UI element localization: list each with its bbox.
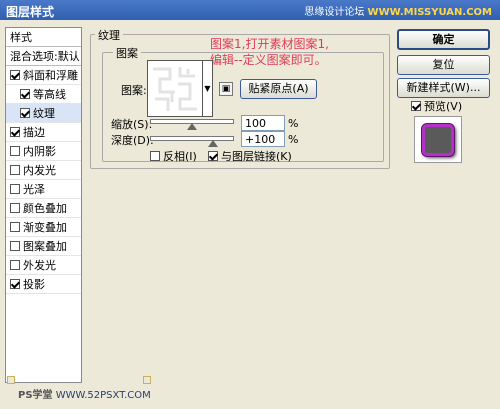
style-item[interactable]: 投影 xyxy=(6,275,81,294)
style-item[interactable]: 内阴影 xyxy=(6,142,81,161)
dialog-title: 图层样式 xyxy=(6,5,55,19)
style-item[interactable]: 外发光 xyxy=(6,256,81,275)
new-style-button[interactable]: 新建样式(W)... xyxy=(397,78,490,98)
style-item-label: 投影 xyxy=(23,278,45,291)
style-item-label: 内发光 xyxy=(23,164,56,177)
invert-checkbox[interactable] xyxy=(150,151,160,161)
depth-slider-thumb[interactable] xyxy=(207,140,218,147)
style-preview xyxy=(414,116,462,163)
scale-slider-thumb[interactable] xyxy=(187,123,197,130)
blend-options-item[interactable]: 混合选项:默认 xyxy=(6,47,81,66)
style-item-checkbox[interactable] xyxy=(10,222,20,232)
style-item-checkbox[interactable] xyxy=(10,260,20,270)
corner-marker-icon xyxy=(143,376,151,384)
pattern-label: 图案: xyxy=(121,84,147,97)
pattern-swatch[interactable] xyxy=(147,60,203,117)
style-items: 斜面和浮雕等高线纹理描边内阴影内发光光泽颜色叠加渐变叠加图案叠加外发光投影 xyxy=(6,66,81,294)
style-item[interactable]: 描边 xyxy=(6,123,81,142)
style-item-label: 颜色叠加 xyxy=(23,202,67,215)
depth-slider[interactable] xyxy=(150,136,234,147)
reset-button[interactable]: 复位 xyxy=(397,55,490,75)
maze-pattern-icon xyxy=(153,66,197,111)
depth-input[interactable]: +100 xyxy=(241,131,285,147)
scale-slider[interactable] xyxy=(150,119,234,130)
pattern-group-title: 图案 xyxy=(113,45,141,61)
style-item-checkbox[interactable] xyxy=(10,241,20,251)
style-item-checkbox[interactable] xyxy=(10,184,20,194)
style-item[interactable]: 等高线 xyxy=(6,85,81,104)
link-with-layer-checkbox[interactable] xyxy=(208,151,218,161)
style-item-checkbox[interactable] xyxy=(20,89,30,99)
dialog-title-bar: 图层样式 思缘设计论坛 WWW.MISSYUAN.COM xyxy=(0,0,500,20)
new-preset-icon[interactable]: ▣ xyxy=(219,82,233,96)
style-item-checkbox[interactable] xyxy=(10,70,20,80)
style-item[interactable]: 光泽 xyxy=(6,180,81,199)
style-item-label: 渐变叠加 xyxy=(23,221,67,234)
style-item-checkbox[interactable] xyxy=(10,165,20,175)
style-item[interactable]: 纹理 xyxy=(6,104,81,123)
scale-unit: % xyxy=(288,117,299,130)
annotation-note: 图案1,打开素材图案1, 编辑--定义图案即可。 xyxy=(210,37,329,67)
watermark-bottom: PS学堂 WWW.52PSXT.COM xyxy=(18,390,151,401)
depth-label: 深度(D): xyxy=(111,134,154,147)
style-item-label: 斜面和浮雕 xyxy=(23,69,78,82)
style-item[interactable]: 斜面和浮雕 xyxy=(6,66,81,85)
style-item-label: 纹理 xyxy=(33,107,55,120)
style-item-label: 图案叠加 xyxy=(23,240,67,253)
styles-header[interactable]: 样式 xyxy=(6,28,81,47)
style-item[interactable]: 颜色叠加 xyxy=(6,199,81,218)
preview-checkbox-row[interactable]: 预览(V) xyxy=(411,98,462,114)
snap-to-origin-button[interactable]: 贴紧原点(A) xyxy=(240,79,317,99)
style-item-label: 等高线 xyxy=(33,88,66,101)
texture-group-title: 纹理 xyxy=(95,27,123,43)
style-item-label: 描边 xyxy=(23,126,45,139)
style-item-checkbox[interactable] xyxy=(10,203,20,213)
style-item-checkbox[interactable] xyxy=(10,127,20,137)
preview-checkbox[interactable] xyxy=(411,101,421,111)
scale-label: 缩放(S): xyxy=(111,118,153,131)
corner-marker-icon xyxy=(7,376,15,384)
style-item[interactable]: 图案叠加 xyxy=(6,237,81,256)
style-item-checkbox[interactable] xyxy=(20,108,30,118)
pattern-dropdown-arrow[interactable]: ▼ xyxy=(203,60,213,117)
styles-list: 样式 混合选项:默认 斜面和浮雕等高线纹理描边内阴影内发光光泽颜色叠加渐变叠加图… xyxy=(5,27,82,383)
style-item[interactable]: 内发光 xyxy=(6,161,81,180)
ok-button[interactable]: 确定 xyxy=(397,29,490,50)
style-item-checkbox[interactable] xyxy=(10,146,20,156)
link-with-layer-row[interactable]: 与图层链接(K) xyxy=(208,148,292,164)
invert-checkbox-row[interactable]: 反相(I) xyxy=(150,148,197,164)
style-item-label: 外发光 xyxy=(23,259,56,272)
style-item[interactable]: 渐变叠加 xyxy=(6,218,81,237)
preview-thumbnail xyxy=(422,123,454,156)
style-item-label: 内阴影 xyxy=(23,145,56,158)
depth-unit: % xyxy=(288,133,299,146)
watermark-top: 思缘设计论坛 WWW.MISSYUAN.COM xyxy=(304,7,492,18)
style-item-label: 光泽 xyxy=(23,183,45,196)
style-item-checkbox[interactable] xyxy=(10,279,20,289)
scale-input[interactable]: 100 xyxy=(241,115,285,131)
